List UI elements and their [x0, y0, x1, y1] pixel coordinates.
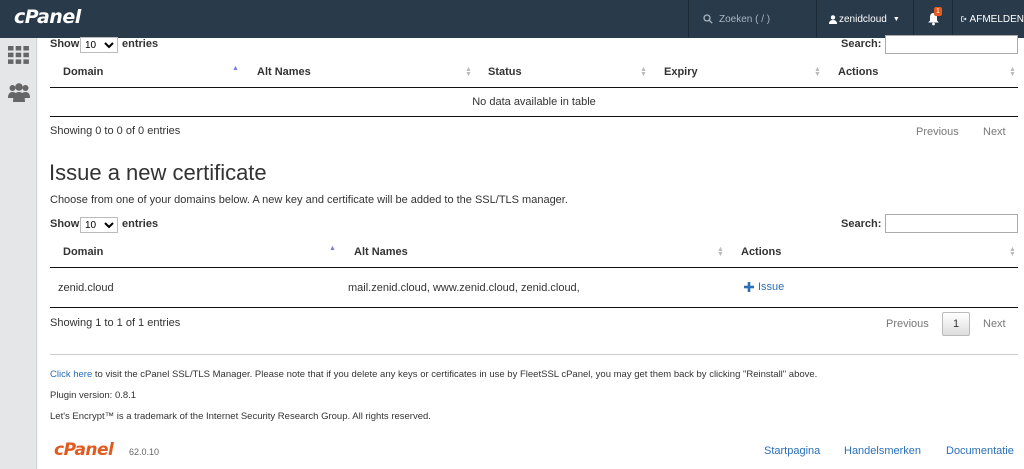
table-header-divider	[50, 267, 1018, 268]
sort-asc-icon: ▲	[329, 245, 336, 252]
sort-icon: ▲ ▼	[814, 66, 821, 78]
manager-notice: Click here to visit the cPanel SSL/TLS M…	[50, 369, 817, 380]
sort-icon: ▲ ▼	[1009, 66, 1016, 78]
search-icon	[703, 14, 713, 24]
logout-icon	[961, 16, 967, 22]
next-page-button[interactable]: Next	[983, 318, 1006, 330]
sort-icon: ▲ ▼	[640, 66, 647, 78]
plugin-version: Plugin version: 0.8.1	[50, 390, 137, 401]
empty-table-message: No data available in table	[472, 96, 596, 108]
notice-text: to visit the cPanel SSL/TLS Manager. Ple…	[92, 369, 818, 380]
table-info: Showing 1 to 1 of 1 entries	[50, 317, 181, 329]
user-menu-button[interactable]: zenidcloud ▼	[816, 0, 913, 38]
entries-label: entries	[122, 38, 159, 50]
search-label: Search:	[841, 38, 882, 50]
sort-icon: ▲ ▼	[1009, 246, 1016, 258]
trademark-notice: Let's Encrypt™ is a trademark of the Int…	[50, 411, 431, 422]
main-content: Show 10 entries Search: Domain ▲ Alt Nam…	[38, 35, 1024, 469]
sort-asc-icon: ▲	[232, 65, 239, 72]
sidebar	[0, 38, 37, 469]
chevron-down-icon: ▼	[892, 15, 900, 23]
table-bottom-divider	[50, 116, 1018, 117]
show-label: Show	[50, 218, 80, 230]
cpanel-logo[interactable]: cPanel	[14, 6, 81, 28]
sort-icon: ▲ ▼	[717, 246, 724, 258]
column-header-actions[interactable]: Actions	[838, 66, 878, 78]
column-header-status[interactable]: Status	[488, 66, 522, 78]
username: zenidcloud	[839, 13, 887, 25]
search-placeholder: Zoeken ( / )	[719, 13, 771, 25]
table-bottom-divider	[50, 307, 1018, 308]
column-header-alt-names[interactable]: Alt Names	[354, 246, 408, 258]
logout-label: AFMELDEN	[969, 13, 1024, 25]
certs-search-input[interactable]	[885, 35, 1018, 54]
footer-link-startpagina[interactable]: Startpagina	[764, 445, 820, 457]
footer-cpanel-logo[interactable]: cPanel	[54, 440, 114, 460]
grid-icon[interactable]	[8, 46, 29, 64]
column-header-expiry[interactable]: Expiry	[664, 66, 698, 78]
page-1-button[interactable]: 1	[942, 312, 970, 336]
search-label: Search:	[841, 218, 882, 230]
previous-page-button[interactable]: Previous	[886, 318, 929, 330]
click-here-link[interactable]: Click here	[50, 369, 92, 380]
issue-button[interactable]: Issue	[744, 281, 784, 293]
previous-page-button[interactable]: Previous	[916, 126, 959, 138]
table-header-divider	[50, 87, 1018, 88]
plus-icon	[744, 282, 754, 292]
user-icon	[829, 14, 837, 24]
section-divider	[50, 354, 1018, 355]
issue-length-select[interactable]: 10	[80, 217, 118, 233]
table-info: Showing 0 to 0 of 0 entries	[50, 125, 181, 137]
footer-link-documentatie[interactable]: Documentatie	[946, 445, 1014, 457]
column-header-domain[interactable]: Domain	[63, 66, 103, 78]
page-title: Issue a new certificate	[49, 160, 267, 185]
next-page-button[interactable]: Next	[983, 126, 1006, 138]
cpanel-version: 62.0.10	[129, 447, 160, 457]
issue-label: Issue	[758, 281, 785, 293]
section-description: Choose from one of your domains below. A…	[50, 194, 568, 206]
global-search[interactable]: Zoeken ( / )	[688, 0, 816, 38]
domain-cell: zenid.cloud	[58, 282, 114, 294]
top-navigation-bar: cPanel Zoeken ( / ) zenidcloud ▼ 1 AFMEL…	[0, 0, 1024, 38]
column-header-domain[interactable]: Domain	[63, 246, 103, 258]
alt-names-cell: mail.zenid.cloud, www.zenid.cloud, zenid…	[348, 282, 580, 294]
footer-link-handelsmerken[interactable]: Handelsmerken	[844, 445, 921, 457]
entries-label: entries	[122, 218, 159, 230]
sort-icon: ▲ ▼	[465, 66, 472, 78]
issue-search-input[interactable]	[885, 214, 1018, 233]
logout-button[interactable]: AFMELDEN	[952, 0, 1024, 38]
show-label: Show	[50, 38, 80, 50]
notification-badge: 1	[934, 7, 942, 16]
notifications-button[interactable]: 1	[913, 0, 952, 38]
column-header-alt-names[interactable]: Alt Names	[257, 66, 311, 78]
column-header-actions[interactable]: Actions	[741, 246, 781, 258]
certs-length-select[interactable]: 10	[80, 37, 118, 53]
users-icon[interactable]	[8, 82, 30, 102]
